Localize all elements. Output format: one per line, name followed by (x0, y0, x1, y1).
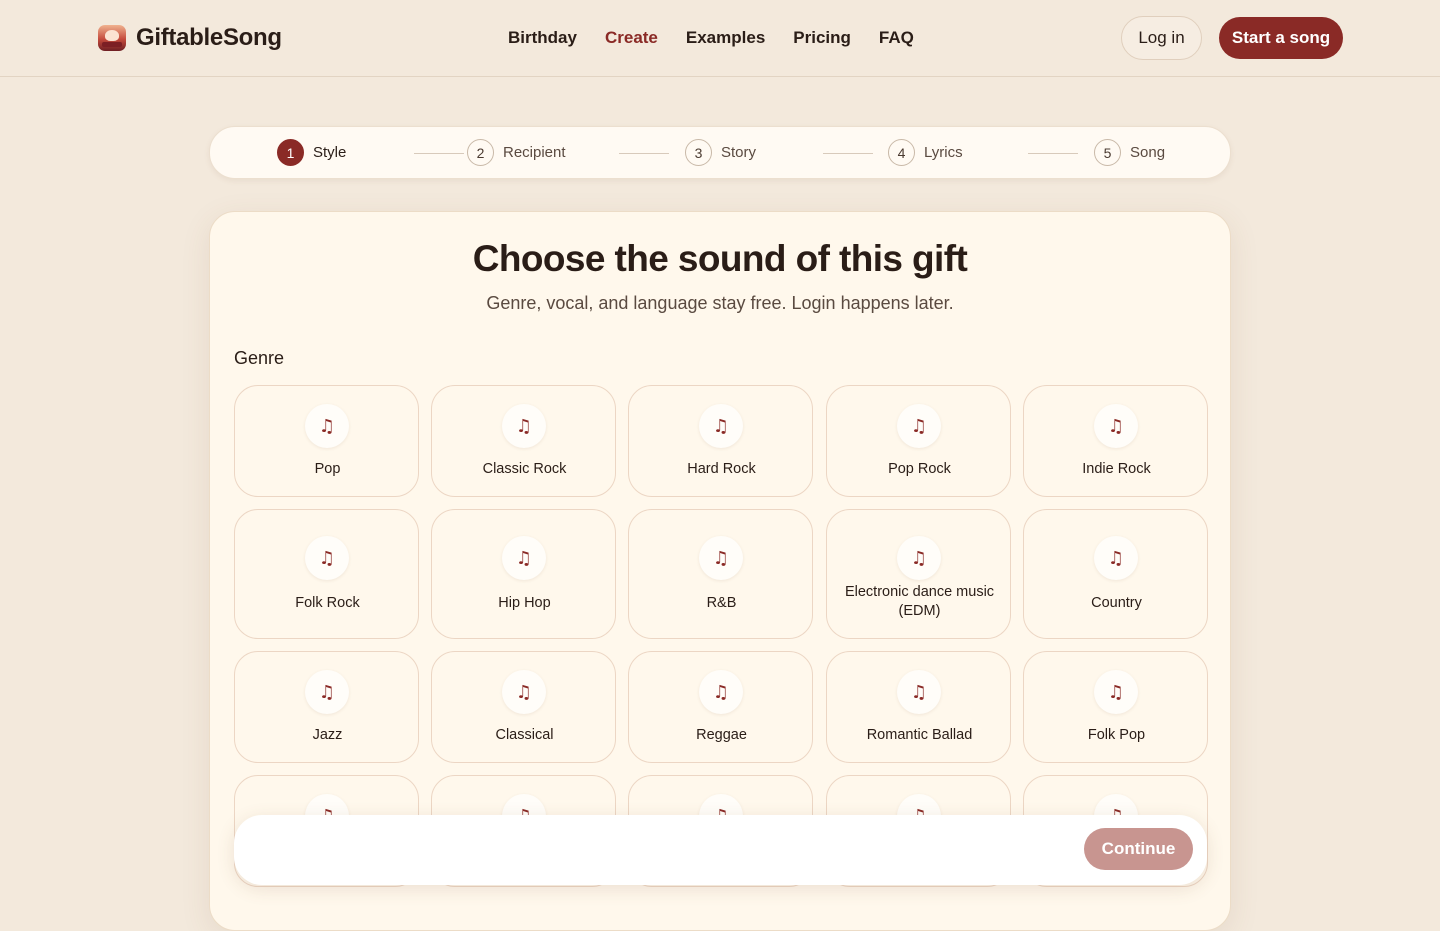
step-label: Lyrics (924, 144, 963, 161)
genre-section-label: Genre (234, 348, 285, 368)
step-story[interactable]: 3 Story (685, 139, 756, 166)
genre-option-label: Electronic dance music (EDM) (844, 584, 995, 619)
step-connector (823, 153, 873, 154)
step-number: 4 (888, 139, 915, 166)
music-note-icon: ♫ (305, 404, 349, 448)
genre-option-label: Hard Rock (687, 461, 756, 477)
step-style[interactable]: 1 Style (277, 139, 346, 166)
nav-item-pricing[interactable]: Pricing (793, 28, 851, 48)
music-note-icon: ♫ (897, 536, 941, 580)
genre-option-label: Romantic Ballad (866, 727, 973, 743)
step-lyrics[interactable]: 4 Lyrics (888, 139, 963, 166)
music-note-icon: ♫ (897, 670, 941, 714)
music-note-icon: ♫ (1094, 536, 1138, 580)
genre-option[interactable]: ♫ Reggae (628, 651, 813, 763)
continue-button[interactable]: Continue (1084, 828, 1193, 870)
main-nav: Birthday Create Examples Pricing FAQ (508, 28, 914, 48)
music-note-icon: ♫ (305, 536, 349, 580)
genre-option-label: Folk Pop (1087, 727, 1146, 743)
logo-icon (98, 25, 126, 51)
genre-option[interactable]: ♫ Electronic dance music (EDM) (826, 509, 1011, 639)
genre-option-label: Indie Rock (1082, 461, 1151, 477)
genre-option-label: Jazz (312, 727, 343, 743)
page-title: Choose the sound of this gift (472, 238, 968, 279)
genre-option[interactable]: ♫ Pop Rock (826, 385, 1011, 497)
genre-option-label: Reggae (696, 727, 747, 743)
nav-item-examples[interactable]: Examples (686, 28, 765, 48)
step-label: Style (313, 144, 347, 161)
step-connector (619, 153, 669, 154)
start-song-button[interactable]: Start a song (1219, 17, 1343, 59)
genre-option-label: Pop Rock (888, 461, 951, 477)
genre-option[interactable]: ♫ R&B (628, 509, 813, 639)
genre-option-label: Folk Rock (295, 595, 360, 611)
genre-option-label: R&B (706, 595, 737, 611)
genre-option[interactable]: ♫ Classical (431, 651, 616, 763)
brand-logo[interactable]: GiftableSong (98, 24, 282, 52)
genre-option-label: Classic Rock (482, 461, 567, 477)
genre-option-label: Hip Hop (498, 595, 551, 611)
progress-stepper: 1 Style 2 Recipient 3 Story 4 Lyrics 5 S… (209, 126, 1231, 179)
step-song[interactable]: 5 Song (1094, 139, 1165, 166)
genre-option[interactable]: ♫ Hip Hop (431, 509, 616, 639)
genre-option-label: Pop (314, 461, 341, 477)
step-label: Story (721, 144, 757, 161)
genre-option[interactable]: ♫ Hard Rock (628, 385, 813, 497)
nav-item-birthday[interactable]: Birthday (508, 28, 577, 48)
music-note-icon: ♫ (897, 404, 941, 448)
genre-option[interactable]: ♫ Pop (234, 385, 419, 497)
step-label: Recipient (503, 144, 566, 161)
genre-option[interactable]: ♫ Indie Rock (1023, 385, 1208, 497)
brand-name: GiftableSong (136, 24, 282, 51)
step-number: 5 (1094, 139, 1121, 166)
page-subtitle: Genre, vocal, and language stay free. Lo… (486, 293, 954, 313)
music-note-icon: ♫ (699, 404, 743, 448)
step-number: 2 (467, 139, 494, 166)
genre-option[interactable]: ♫ Folk Rock (234, 509, 419, 639)
genre-option-label: Country (1091, 595, 1142, 611)
genre-option[interactable]: ♫ Folk Pop (1023, 651, 1208, 763)
music-note-icon: ♫ (699, 536, 743, 580)
music-note-icon: ♫ (1094, 670, 1138, 714)
genre-option[interactable]: ♫ Jazz (234, 651, 419, 763)
nav-item-create[interactable]: Create (605, 28, 658, 48)
genre-option-label: Classical (495, 727, 554, 743)
step-connector (414, 153, 464, 154)
step-label: Song (1130, 144, 1166, 161)
genre-option[interactable]: ♫ Classic Rock (431, 385, 616, 497)
bottom-action-bar: Continue (234, 815, 1207, 885)
genre-option[interactable]: ♫ Country (1023, 509, 1208, 639)
step-number: 1 (277, 139, 304, 166)
music-note-icon: ♫ (502, 404, 546, 448)
step-recipient[interactable]: 2 Recipient (467, 139, 566, 166)
music-note-icon: ♫ (305, 670, 349, 714)
login-button[interactable]: Log in (1121, 16, 1202, 60)
nav-item-faq[interactable]: FAQ (879, 28, 914, 48)
step-connector (1028, 153, 1078, 154)
step-number: 3 (685, 139, 712, 166)
genre-option[interactable]: ♫ Romantic Ballad (826, 651, 1011, 763)
music-note-icon: ♫ (502, 670, 546, 714)
music-note-icon: ♫ (699, 670, 743, 714)
music-note-icon: ♫ (1094, 404, 1138, 448)
music-note-icon: ♫ (502, 536, 546, 580)
site-header: GiftableSong Birthday Create Examples Pr… (0, 0, 1440, 77)
